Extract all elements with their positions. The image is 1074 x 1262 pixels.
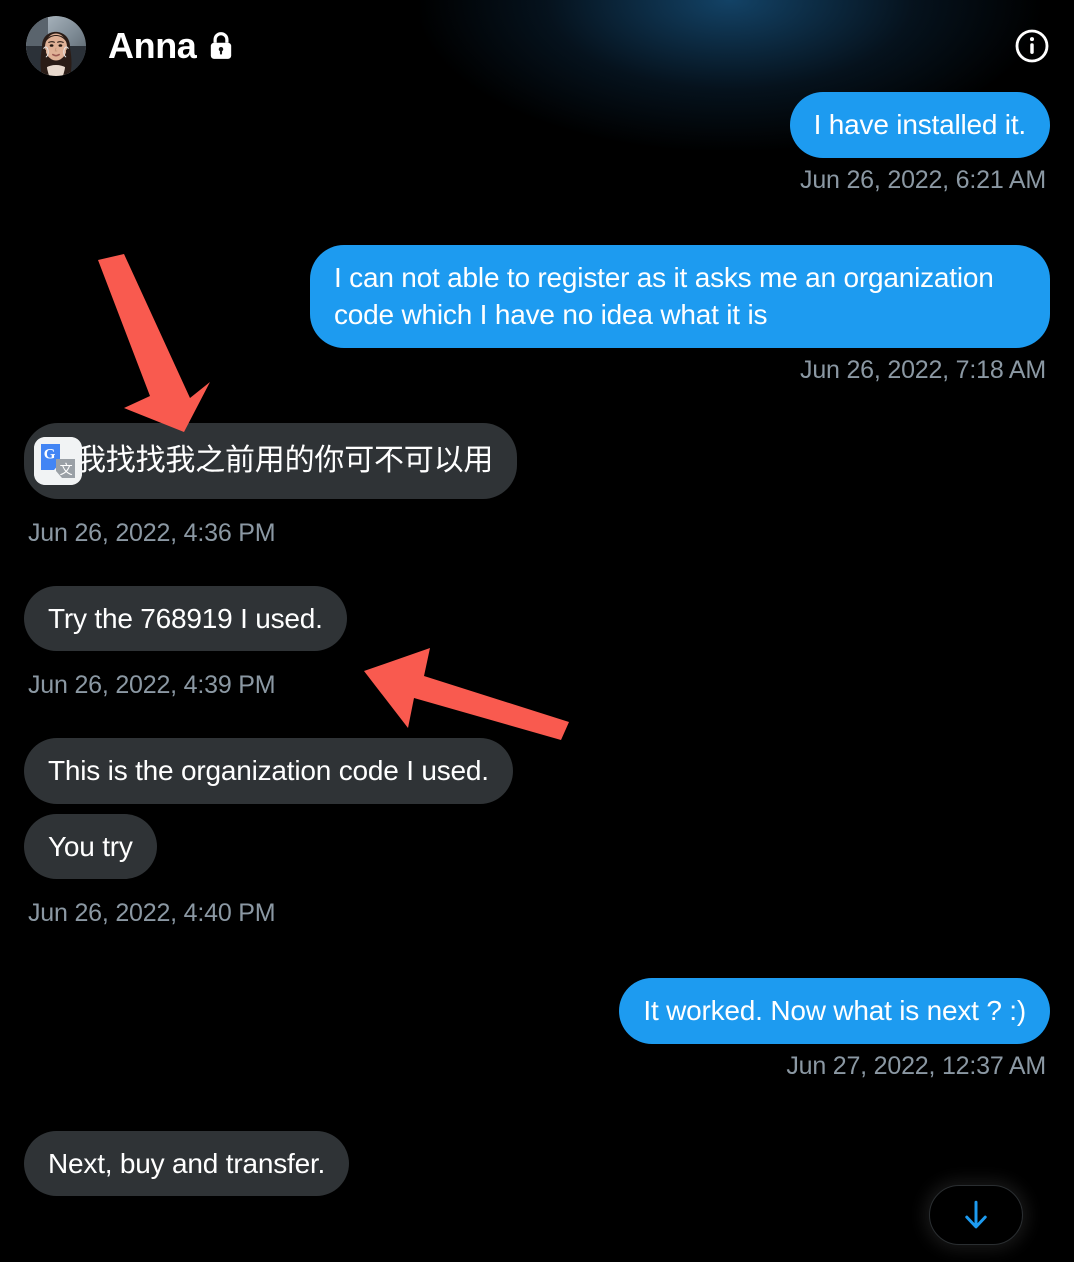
organization-code-message-bubble[interactable]: Try the 768919 I used.	[24, 585, 347, 652]
lock-icon	[208, 31, 234, 61]
arrow-down-icon	[965, 1200, 987, 1229]
message-row[interactable]: I can not able to register as it asks me…	[24, 244, 1050, 348]
incoming-message-bubble[interactable]: You try	[24, 813, 157, 880]
conversation-header: Anna	[0, 0, 1074, 92]
message-timestamp: Jun 26, 2022, 4:39 PM	[28, 671, 276, 700]
message-row[interactable]: This is the organization code I used.	[24, 738, 1050, 804]
message-row[interactable]: It worked. Now what is next ? :)	[24, 978, 1050, 1044]
outgoing-message-bubble[interactable]: It worked. Now what is next ? :)	[619, 978, 1050, 1044]
message-row[interactable]: Next, buy and transfer.	[24, 1130, 1050, 1197]
direct-message-conversation-screen: Anna I have installed it. Jun 26, 2022, …	[0, 0, 1074, 1262]
outgoing-message-bubble[interactable]: I can not able to register as it asks me…	[310, 244, 1050, 348]
avatar[interactable]	[26, 16, 86, 76]
message-row[interactable]: G 文 我找找我之前用的你可不可以用	[24, 422, 1050, 499]
outgoing-message-bubble[interactable]: I have installed it.	[789, 92, 1050, 158]
message-timestamp: Jun 27, 2022, 12:37 AM	[786, 1051, 1046, 1080]
message-timestamp: Jun 26, 2022, 6:21 AM	[800, 165, 1046, 194]
message-timestamp: Jun 26, 2022, 4:36 PM	[28, 518, 276, 547]
svg-text:G: G	[44, 446, 56, 462]
message-row[interactable]: Try the 768919 I used.	[24, 585, 1050, 652]
incoming-message-bubble[interactable]: This is the organization code I used.	[24, 738, 513, 804]
svg-text:文: 文	[60, 463, 73, 478]
message-row[interactable]: I have installed it.	[24, 92, 1050, 158]
message-row[interactable]: You try	[24, 813, 1050, 880]
translated-message-bubble[interactable]: G 文 我找找我之前用的你可不可以用	[24, 422, 518, 499]
contact-name-group[interactable]: Anna	[108, 28, 234, 64]
message-timestamp: Jun 26, 2022, 7:18 AM	[800, 355, 1046, 384]
translated-message-text: 我找找我之前用的你可不可以用	[76, 443, 494, 477]
incoming-message-bubble[interactable]: Next, buy and transfer.	[24, 1130, 350, 1197]
contact-name: Anna	[108, 25, 197, 66]
scroll-to-bottom-button[interactable]	[929, 1185, 1023, 1245]
message-list[interactable]: I have installed it. Jun 26, 2022, 6:21 …	[0, 92, 1074, 1262]
conversation-info-button[interactable]	[1014, 28, 1050, 64]
message-timestamp: Jun 26, 2022, 4:40 PM	[28, 899, 276, 928]
info-circle-icon	[1015, 29, 1049, 63]
google-translate-icon: G 文	[34, 436, 82, 485]
